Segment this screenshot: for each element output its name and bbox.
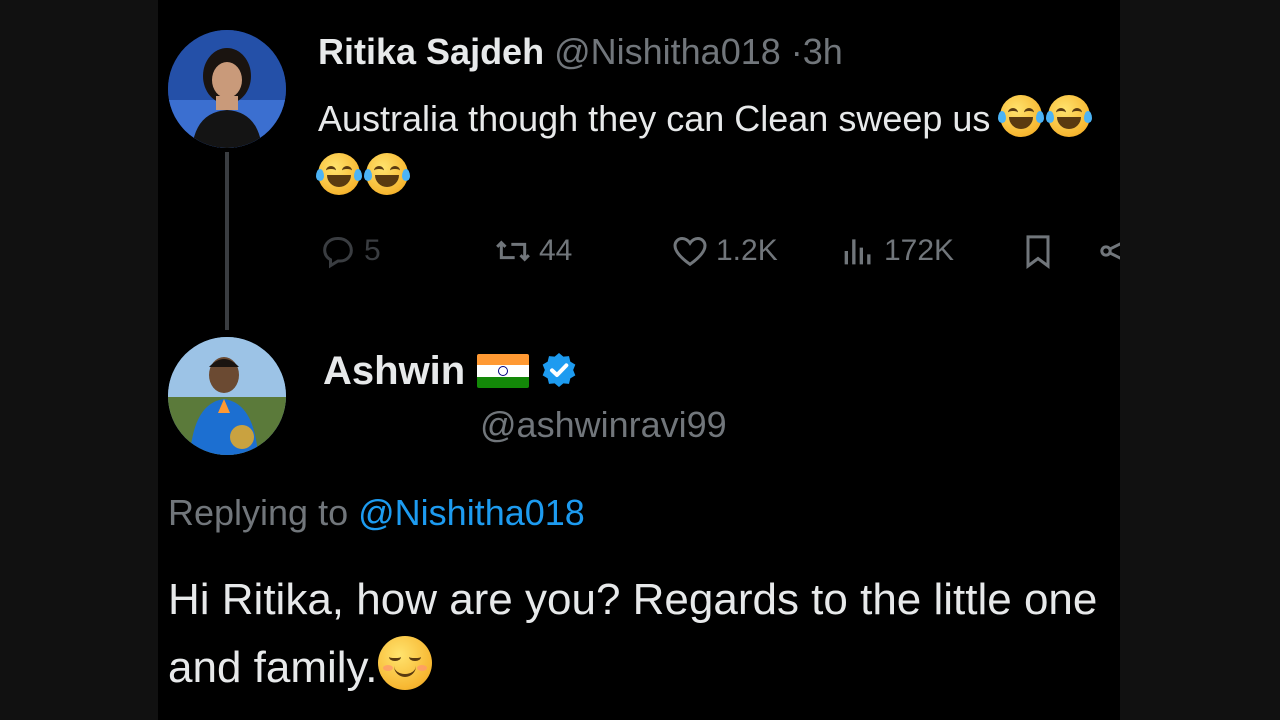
like-button[interactable]: 1.2K <box>670 226 778 276</box>
replying-to-line: Replying to @Nishitha018 <box>168 488 585 538</box>
avatar-ritika[interactable] <box>168 30 286 148</box>
tweet-thread: Ritika Sajdeh @Nishitha018 ·3h Australia… <box>158 0 1120 720</box>
retweet-count: 44 <box>539 234 573 267</box>
parent-tweet-text: Australia though they can Clean sweep us <box>316 90 1118 206</box>
reply-author-handle[interactable]: @ashwinravi99 <box>480 402 727 448</box>
rolling-laughing-emoji-icon <box>316 153 362 195</box>
mention-link[interactable]: @Nishitha018 <box>358 492 585 533</box>
bookmark-icon <box>1026 235 1050 269</box>
smiling-face-emoji-icon <box>377 636 432 690</box>
profile-photo-icon <box>168 30 286 148</box>
like-count: 1.2K <box>716 234 778 267</box>
tweet-time[interactable]: 3h <box>803 31 843 72</box>
parent-tweet-header: Ritika Sajdeh @Nishitha018 ·3h <box>318 30 843 74</box>
share-button[interactable] <box>1098 226 1120 276</box>
heart-icon <box>673 236 707 267</box>
reply-author-row: Ashwin <box>323 345 579 403</box>
verified-badge-icon[interactable] <box>539 350 579 403</box>
share-icon <box>1100 242 1120 260</box>
replying-prefix: Replying to <box>168 492 349 533</box>
tweet-actions-bar: 5 44 1.2K 172K <box>318 226 1120 276</box>
reply-tweet-text: Hi Ritika, how are you? Regards to the l… <box>168 566 1108 702</box>
rolling-laughing-emoji-icon <box>364 153 410 195</box>
india-flag-icon <box>477 354 530 388</box>
separator-dot: · <box>790 31 803 72</box>
reply-button[interactable]: 5 <box>318 226 381 276</box>
view-count: 172K <box>884 234 955 267</box>
avatar-ashwin[interactable] <box>168 337 286 455</box>
reply-count: 5 <box>364 234 381 267</box>
thread-connector-line <box>225 152 229 330</box>
views-button[interactable]: 172K <box>838 226 954 276</box>
analytics-icon <box>844 239 871 265</box>
bookmark-button[interactable] <box>1018 226 1058 276</box>
retweet-button[interactable]: 44 <box>493 226 572 276</box>
author-name[interactable]: Ashwin <box>323 349 465 393</box>
profile-photo-icon <box>168 337 286 455</box>
author-handle[interactable]: @Nishitha018 <box>554 31 781 72</box>
tweet-text: Hi Ritika, how are you? Regards to the l… <box>168 575 1098 692</box>
tweet-text: Australia though they can Clean sweep us <box>318 98 991 139</box>
reply-icon <box>323 237 353 269</box>
retweet-icon <box>496 240 530 262</box>
author-name[interactable]: Ritika Sajdeh <box>318 31 544 72</box>
rolling-laughing-emoji-icon <box>998 95 1045 137</box>
rolling-laughing-emoji-icon <box>1046 95 1093 137</box>
